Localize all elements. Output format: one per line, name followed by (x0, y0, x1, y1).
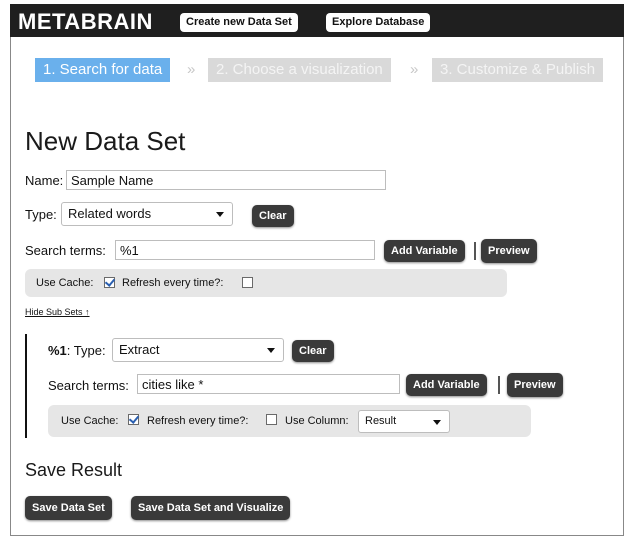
step-search-for-data[interactable]: 1. Search for data (35, 58, 171, 82)
use-cache-label: Use Cache: (36, 277, 94, 289)
subset-refresh-every-time-label: Refresh every time?: (147, 415, 249, 427)
step-separator-icon: » (187, 61, 196, 78)
name-label: Name: (25, 173, 64, 188)
clear-button[interactable]: Clear (252, 205, 294, 227)
type-select-value: Related words (68, 206, 152, 221)
hide-sub-sets-link[interactable]: Hide Sub Sets ↑ (25, 307, 90, 317)
subset-search-terms-label: Search terms: (48, 378, 129, 393)
save-and-visualize-button[interactable]: Save Data Set and Visualize (131, 496, 291, 520)
add-variable-button[interactable]: Add Variable (384, 240, 465, 262)
subset-search-terms-input[interactable] (137, 374, 400, 394)
search-terms-input[interactable] (115, 240, 375, 260)
use-column-select-value: Result (365, 415, 397, 427)
save-result-heading: Save Result (25, 460, 123, 480)
save-data-set-button[interactable]: Save Data Set (25, 496, 112, 520)
subset-use-cache-label: Use Cache: (61, 415, 119, 427)
name-input[interactable] (66, 170, 386, 190)
subset-clear-button[interactable]: Clear (292, 340, 334, 362)
app-logo[interactable]: METABRAIN (18, 9, 153, 35)
page-title: New Data Set (25, 126, 186, 156)
subset-type-label-text: : Type: (66, 343, 106, 358)
search-terms-label: Search terms: (25, 243, 106, 258)
step-separator-icon: » (410, 61, 419, 78)
subset-indicator-line (25, 334, 27, 438)
type-select[interactable]: Related words (61, 202, 233, 226)
type-label: Type: (25, 207, 57, 222)
refresh-every-time-checkbox[interactable] (242, 277, 253, 288)
preview-button[interactable]: Preview (481, 239, 537, 263)
subset-type-label: %1: Type: (48, 343, 106, 358)
step-choose-visualization[interactable]: 2. Choose a visualization (208, 58, 391, 82)
chevron-down-icon (267, 348, 275, 353)
explore-database-button[interactable]: Explore Database (326, 13, 431, 32)
refresh-every-time-label: Refresh every time?: (122, 277, 224, 289)
top-nav-bar: METABRAIN Create new Data Set Explore Da… (10, 4, 624, 37)
use-column-select[interactable]: Result (358, 410, 450, 433)
subset-refresh-every-time-checkbox[interactable] (266, 414, 277, 425)
subset-use-cache-checkbox[interactable] (128, 414, 139, 425)
use-column-label: Use Column: (285, 415, 349, 427)
create-data-set-button[interactable]: Create new Data Set (180, 13, 298, 32)
use-cache-checkbox[interactable] (104, 277, 115, 288)
subset-preview-button[interactable]: Preview (507, 373, 563, 397)
chevron-down-icon (433, 420, 441, 425)
subset-type-select[interactable]: Extract (112, 338, 284, 362)
step-customize-publish[interactable]: 3. Customize & Publish (432, 58, 604, 82)
cache-options-bar (25, 269, 507, 297)
chevron-down-icon (216, 212, 224, 217)
subset-variable-name: %1 (48, 343, 67, 358)
subset-add-variable-button[interactable]: Add Variable (406, 374, 487, 396)
divider (474, 242, 476, 260)
divider (498, 376, 500, 394)
subset-type-select-value: Extract (119, 342, 160, 357)
